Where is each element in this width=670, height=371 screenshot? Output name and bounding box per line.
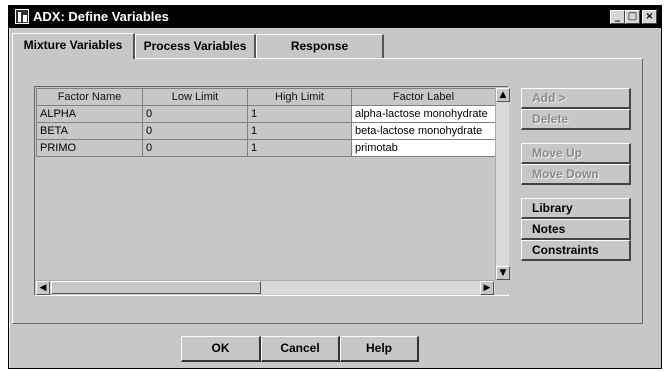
high-limit-cell[interactable]: 1 bbox=[247, 122, 352, 140]
low-limit-cell[interactable]: 0 bbox=[142, 105, 248, 123]
close-button[interactable]: × bbox=[642, 10, 657, 24]
window-title: ADX: Define Variables bbox=[33, 9, 169, 24]
high-limit-cell[interactable]: 1 bbox=[247, 105, 352, 123]
column-header-factor-label[interactable]: Factor Label bbox=[351, 88, 496, 106]
table-row: ALPHA 0 1 alpha-lactose monohydrate bbox=[36, 105, 496, 123]
move-up-button[interactable]: Move Up bbox=[521, 143, 631, 164]
factor-grid[interactable]: Factor Name Low Limit High Limit Factor … bbox=[34, 86, 510, 296]
constraints-button[interactable]: Constraints bbox=[521, 240, 631, 261]
library-button[interactable]: Library bbox=[521, 198, 631, 219]
column-header-low-limit[interactable]: Low Limit bbox=[142, 88, 248, 106]
vertical-scrollbar[interactable]: ▲ ▼ bbox=[495, 88, 510, 280]
scroll-down-icon[interactable]: ▼ bbox=[496, 266, 510, 280]
header-row: Factor Name Low Limit High Limit Factor … bbox=[36, 88, 496, 106]
table-row: BETA 0 1 beta-lactose monohydrate bbox=[36, 122, 496, 140]
help-button[interactable]: Help bbox=[340, 336, 419, 362]
title-bar[interactable]: ADX: Define Variables _ □ × bbox=[9, 6, 661, 28]
scroll-right-icon[interactable]: ▶ bbox=[480, 281, 494, 295]
app-icon[interactable] bbox=[15, 9, 29, 24]
scrollbar-corner bbox=[495, 280, 509, 294]
low-limit-cell[interactable]: 0 bbox=[142, 139, 248, 157]
factor-label-cell[interactable]: primotab bbox=[351, 139, 496, 157]
factor-label-cell[interactable]: beta-lactose monohydrate bbox=[351, 122, 496, 140]
factor-label-cell[interactable]: alpha-lactose monohydrate bbox=[351, 105, 496, 123]
high-limit-cell[interactable]: 1 bbox=[247, 139, 352, 157]
tab-mixture-variables[interactable]: Mixture Variables bbox=[12, 33, 135, 59]
factor-name-cell[interactable]: ALPHA bbox=[36, 105, 143, 123]
factor-table: Factor Name Low Limit High Limit Factor … bbox=[36, 88, 496, 157]
delete-button[interactable]: Delete bbox=[521, 109, 631, 130]
column-header-high-limit[interactable]: High Limit bbox=[247, 88, 352, 106]
scroll-left-icon[interactable]: ◀ bbox=[36, 281, 50, 295]
ok-button[interactable]: OK bbox=[181, 336, 261, 362]
factor-name-cell[interactable]: PRIMO bbox=[36, 139, 143, 157]
move-down-button[interactable]: Move Down bbox=[521, 164, 631, 185]
maximize-button[interactable]: □ bbox=[625, 10, 640, 24]
tab-process-variables[interactable]: Process Variables bbox=[135, 34, 256, 58]
cancel-button[interactable]: Cancel bbox=[261, 336, 340, 362]
scroll-thumb[interactable] bbox=[51, 281, 261, 294]
add-button[interactable]: Add > bbox=[521, 88, 631, 109]
table-row: PRIMO 0 1 primotab bbox=[36, 139, 496, 157]
factor-name-cell[interactable]: BETA bbox=[36, 122, 143, 140]
minimize-button[interactable]: _ bbox=[610, 10, 625, 24]
tab-response[interactable]: Response bbox=[256, 34, 384, 58]
scroll-up-icon[interactable]: ▲ bbox=[496, 88, 510, 102]
column-header-factor-name[interactable]: Factor Name bbox=[36, 88, 143, 106]
notes-button[interactable]: Notes bbox=[521, 219, 631, 240]
horizontal-scrollbar[interactable]: ◀ ▶ bbox=[36, 280, 495, 295]
low-limit-cell[interactable]: 0 bbox=[142, 122, 248, 140]
